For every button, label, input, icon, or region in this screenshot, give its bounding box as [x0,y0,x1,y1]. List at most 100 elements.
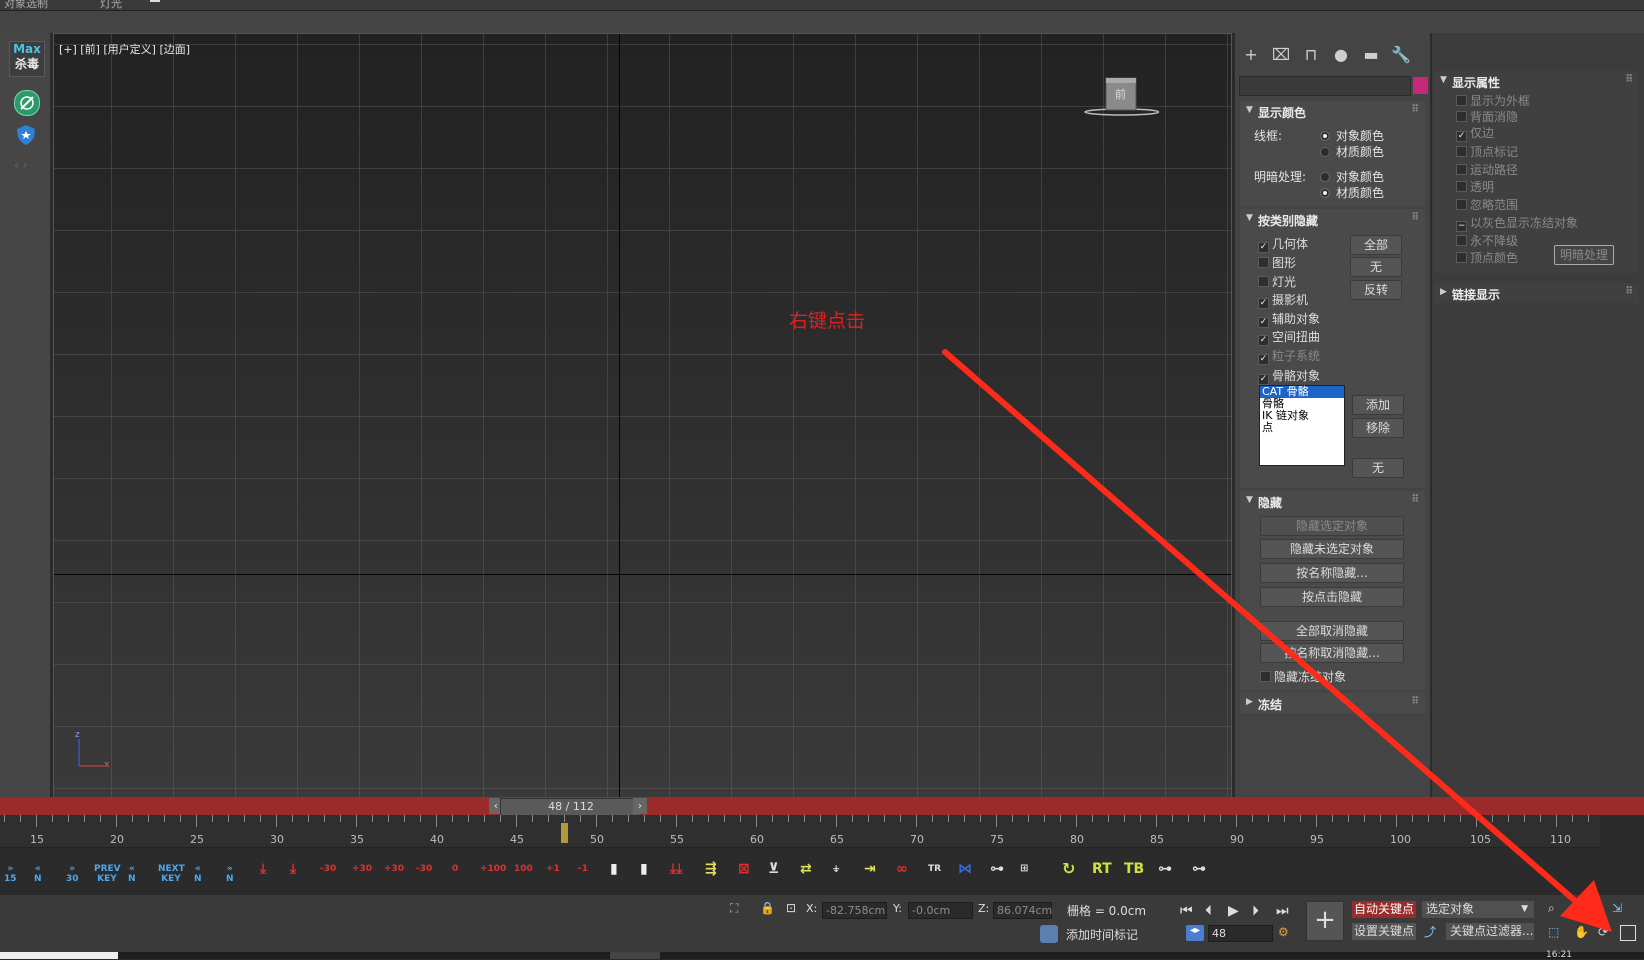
utilities-icon[interactable]: 🔧 [1389,43,1413,67]
tr-button[interactable]: TR [928,864,941,874]
offset-button[interactable]: -30 [320,864,336,874]
next-key-button[interactable]: NEXT KEY [158,864,185,884]
none-button[interactable]: 无 [1352,458,1404,478]
shaded-button[interactable]: 明暗处理 [1554,245,1614,265]
hide-unselected-button[interactable]: 隐藏未选定对象 [1260,539,1404,559]
offset-button[interactable]: +30 [352,864,372,874]
next-frame-icon[interactable]: › [633,798,647,814]
add-time-tag[interactable]: 添加时间标记 [1066,926,1138,943]
orbit-icon[interactable]: ⟳ [1598,925,1608,939]
key-move-icon[interactable]: ⇄ [800,862,812,876]
play-icon[interactable]: ▶ [1228,903,1239,919]
key-down-icon[interactable]: ⤓ [260,862,266,876]
refresh-icon[interactable]: ↻ [1062,861,1075,877]
modify-icon[interactable]: ⌧ [1269,43,1293,67]
key-double-icon[interactable]: ⤓⤓ [670,862,682,876]
hide-by-name-button[interactable]: 按名称隐藏... [1260,563,1404,583]
rollout-header[interactable]: ▶ 链接显示 ⠿ [1434,283,1639,303]
shield-icon[interactable] [14,123,38,147]
key-tool-button[interactable]: «N [128,864,136,884]
category-checkbox[interactable]: ✓ 摄影机 [1258,291,1308,309]
front-viewport[interactable]: [+] [前] [用户定义] [边面] 右键点击 前 z x [53,33,1232,799]
time-config-icon[interactable]: ⚙ [1278,925,1289,939]
max-antivirus-logo[interactable]: Max 杀毒 [9,41,45,77]
key-mirror-icon[interactable]: ⋈ [958,862,972,876]
select-all-button[interactable]: 全部 [1350,235,1402,255]
wireframe-object-color-radio[interactable]: 对象颜色 [1320,127,1384,144]
key-pair-icon[interactable]: ⊶ [1192,862,1206,876]
shaded-object-color-radio[interactable]: 对象颜色 [1320,168,1384,185]
offset-button[interactable]: 100 [514,864,533,874]
offset-button[interactable]: -1 [578,864,588,874]
z-coordinate-field[interactable]: 86.074cm [993,902,1052,919]
current-frame-field[interactable]: 48 [1208,925,1273,942]
tb-button[interactable]: TB [1124,862,1144,876]
list-item[interactable]: 点 [1260,422,1344,434]
prop-checkbox[interactable]: 永不降级 [1456,232,1518,249]
chevron-left-right-icon[interactable]: ‹ › [14,158,27,172]
y-coordinate-field[interactable]: -0.0cm [908,902,973,919]
key-bar-icon[interactable]: ▮ [640,862,648,876]
key-tool-button[interactable]: » N [226,864,234,884]
prop-checkbox[interactable]: − 以灰色显示冻结对象 [1456,214,1578,232]
set-key-big-button[interactable]: + [1306,901,1344,941]
previous-frame-button-icon[interactable]: ⏴ [1205,903,1212,919]
offset-button[interactable]: -30 [416,864,432,874]
prop-checkbox[interactable]: 顶点标记 [1456,143,1518,160]
motion-icon[interactable]: ● [1329,43,1353,67]
unhide-all-button[interactable]: 全部取消隐藏 [1260,621,1404,641]
key-filters-button[interactable]: 关键点过滤器... [1446,923,1534,940]
category-list[interactable]: CAT 骨骼 骨骼 IK 链对象 点 [1259,385,1345,466]
key-bar-icon[interactable]: ▮ [610,862,618,876]
zoom-icon[interactable]: ⌕ [1548,901,1555,916]
hierarchy-icon[interactable]: ⊓ [1299,43,1323,67]
maximize-viewport-icon[interactable] [1620,925,1636,941]
menu-item[interactable]: 对象选制 [4,0,48,11]
key-mode-icon[interactable]: ◂▸ [1186,925,1204,941]
key-tool-button[interactable]: » 15 [4,864,17,884]
prop-checkbox[interactable]: 背面消隐 [1456,108,1518,125]
create-icon[interactable]: + [1239,43,1263,67]
dropdown-icon[interactable] [150,0,160,2]
key-align-icon[interactable]: ⇶ [705,862,717,876]
unhide-by-name-button[interactable]: 按名称取消隐藏... [1260,643,1404,663]
prop-checkbox[interactable]: 顶点颜色 [1456,249,1518,266]
prev-key-button[interactable]: PREV KEY [94,864,121,884]
current-frame-marker[interactable] [561,823,568,843]
rollout-header[interactable]: ▼ 隐藏 ⠿ [1240,491,1425,511]
rollout-header[interactable]: ▼ 显示属性 ⠿ [1434,71,1639,91]
key-link-icon[interactable]: ∞ [896,862,908,876]
rollout-header[interactable]: ▶ 冻结 ⠿ [1240,693,1425,713]
display-icon[interactable]: ▬ [1359,43,1383,67]
category-checkbox[interactable]: ✓ 空间扭曲 [1258,328,1320,346]
next-frame-button-icon[interactable]: ⏵ [1252,903,1259,919]
offset-button[interactable]: 0 [452,864,458,874]
hide-frozen-checkbox[interactable]: 隐藏冻结对象 [1260,668,1346,685]
antivirus-icon[interactable] [14,90,40,116]
category-checkbox[interactable]: ✓ 粒子系统 [1258,347,1320,365]
key-snap-icon[interactable]: ⊻ [768,862,779,876]
key-pair-icon[interactable]: ⊶ [1158,862,1172,876]
select-none-button[interactable]: 无 [1350,257,1402,277]
go-to-start-icon[interactable]: ⏮ [1180,903,1193,919]
key-forward-icon[interactable]: ⇥ [864,862,876,876]
key-down-icon[interactable]: ⤓ [290,862,296,876]
key-tool-button[interactable]: «N [34,864,42,884]
object-color-swatch[interactable] [1413,77,1428,94]
absolute-mode-icon[interactable]: ⊡ [786,901,796,915]
pan-icon[interactable]: ✋ [1574,925,1589,939]
tr-grid-button[interactable]: ⊞ [1020,864,1028,874]
rollout-header[interactable]: ▼ 按类别隐藏 ⠿ [1240,209,1425,229]
track-bar-ruler[interactable]: 15 20 25 30 35 40 45 50 55 60 65 70 75 80 85 90 95 100 105… [0,815,1600,848]
key-tool-button[interactable]: «N [194,864,202,884]
wireframe-material-color-radio[interactable]: 材质颜色 [1320,143,1384,160]
category-checkbox[interactable]: ✓ 骨骼对象 [1258,367,1320,385]
taskbar-search[interactable] [0,952,118,959]
offset-button[interactable]: +100 [480,864,506,874]
prop-checkbox[interactable]: 运动路径 [1456,161,1518,178]
prop-checkbox[interactable]: ✓ 仅边 [1456,124,1494,142]
field-of-view-icon[interactable]: ⬚ [1548,925,1559,939]
prop-checkbox[interactable]: 显示为外框 [1456,92,1530,109]
viewport-label[interactable]: [+] [前] [用户定义] [边面] [59,41,190,57]
viewcube[interactable]: 前 [1084,74,1160,149]
